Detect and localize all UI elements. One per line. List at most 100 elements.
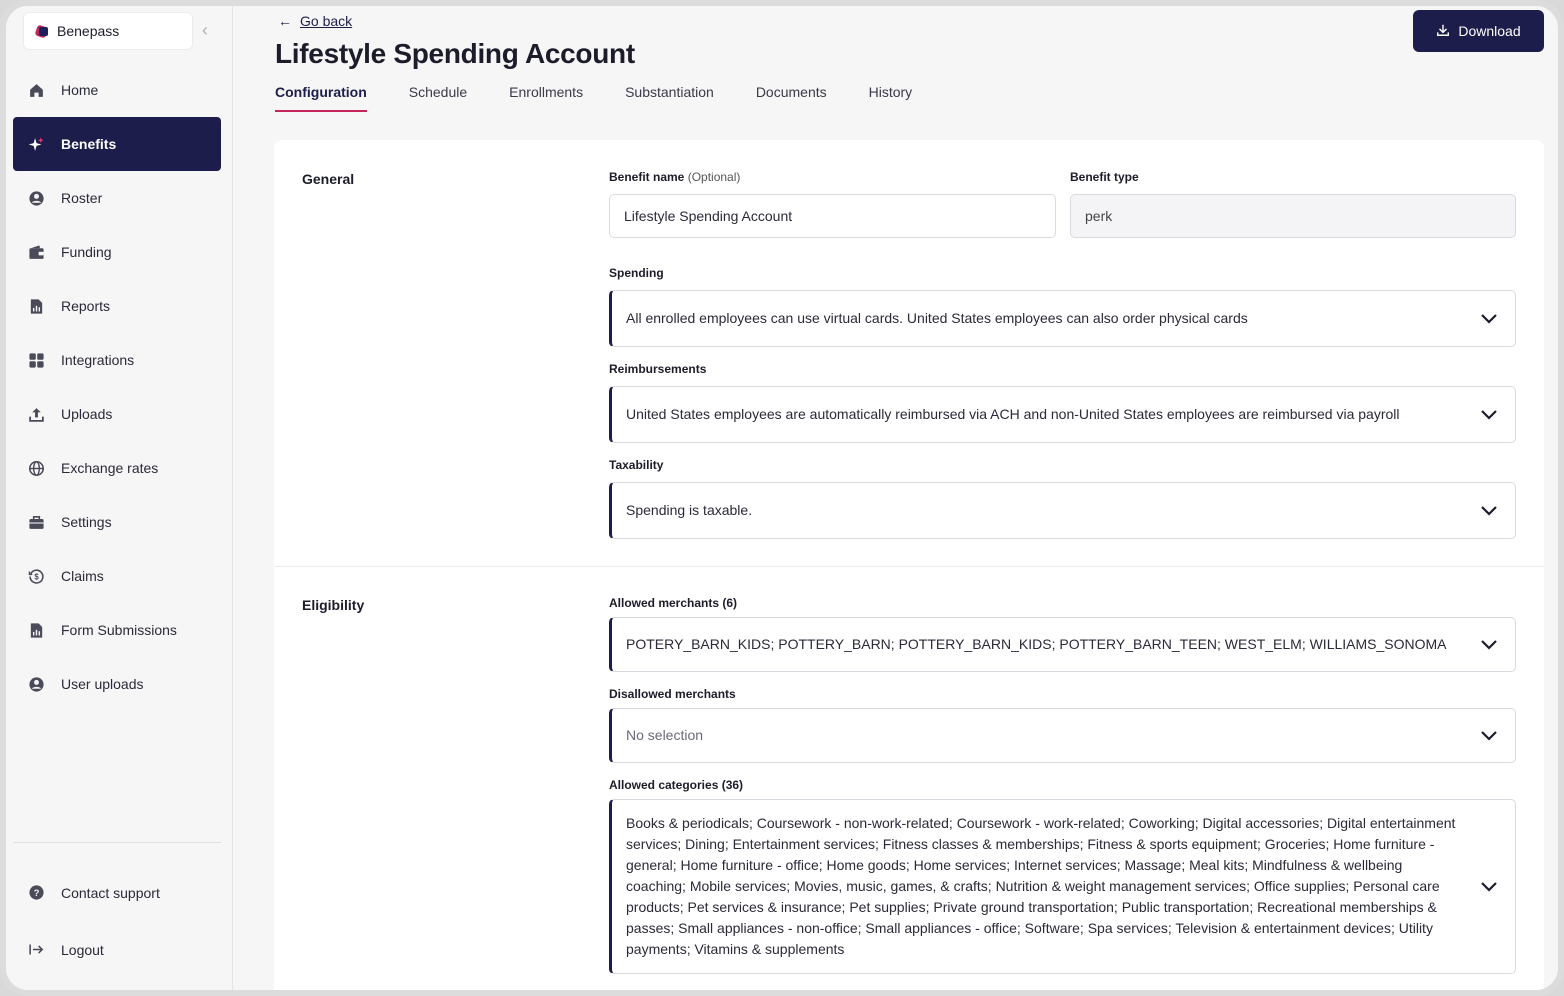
sidebar-item-integrations[interactable]: Integrations: [13, 333, 221, 387]
sidebar-item-label: Home: [61, 82, 99, 98]
allowed-merchants-value: POTERY_BARN_KIDS; POTTERY_BARN; POTTERY_…: [626, 636, 1447, 652]
sparkle-icon: [27, 135, 45, 153]
tab-history[interactable]: History: [869, 84, 913, 112]
sidebar-item-exchange-rates[interactable]: Exchange rates: [13, 441, 221, 495]
brand-name: Benepass: [57, 23, 120, 39]
allowed-merchants-select[interactable]: POTERY_BARN_KIDS; POTTERY_BARN; POTTERY_…: [609, 617, 1516, 672]
tab-documents[interactable]: Documents: [756, 84, 827, 112]
reimbursements-value: United States employees are automaticall…: [626, 406, 1400, 422]
sidebar-item-label: Reports: [61, 298, 111, 314]
chevron-down-icon: [1481, 639, 1497, 650]
disallowed-merchants-value: No selection: [626, 727, 704, 743]
sidebar-item-label: Benefits: [61, 136, 117, 152]
sidebar-item-home[interactable]: Home: [13, 63, 221, 117]
benefit-name-input[interactable]: Lifestyle Spending Account: [609, 194, 1056, 238]
sidebar-item-label: Claims: [61, 568, 104, 584]
go-back-label: Go back: [300, 13, 353, 29]
page-title: Lifestyle Spending Account: [275, 38, 635, 69]
eligibility-section-title: Eligibility: [302, 597, 365, 613]
sidebar-item-claims[interactable]: $ Claims: [13, 549, 221, 603]
disallowed-merchants-select[interactable]: No selection: [609, 708, 1516, 763]
allowed-categories-label: Allowed categories (36): [609, 778, 744, 792]
grid-icon: [27, 351, 45, 369]
benefit-type-field: perk: [1070, 194, 1516, 238]
dollar-circle-icon: $: [27, 567, 45, 585]
sidebar-item-label: Form Submissions: [61, 622, 177, 638]
sidebar-item-logout[interactable]: Logout: [13, 921, 221, 978]
benefit-name-label: Benefit name (Optional): [609, 170, 740, 184]
tab-enrollments[interactable]: Enrollments: [509, 84, 583, 112]
taxability-value: Spending is taxable.: [626, 502, 753, 518]
sidebar: Benepass ‹ Home Benefits Roster Funding …: [6, 6, 233, 990]
globe-icon: [27, 459, 45, 477]
sidebar-item-contact-support[interactable]: ? Contact support: [13, 864, 221, 921]
sidebar-bottom-nav: ? Contact support Logout: [13, 864, 221, 978]
sidebar-item-label: Exchange rates: [61, 460, 159, 476]
sidebar-item-user-uploads[interactable]: User uploads: [13, 657, 221, 711]
reimbursements-select[interactable]: United States employees are automaticall…: [609, 386, 1516, 443]
benefit-name-label-text: Benefit name: [609, 170, 685, 184]
home-icon: [27, 81, 45, 99]
optional-hint: (Optional): [687, 170, 741, 184]
sidebar-item-settings[interactable]: Settings: [13, 495, 221, 549]
logout-icon: [27, 941, 45, 959]
sidebar-item-label: User uploads: [61, 676, 144, 692]
tab-configuration[interactable]: Configuration: [275, 84, 367, 112]
taxability-select[interactable]: Spending is taxable.: [609, 482, 1516, 539]
download-button[interactable]: Download: [1413, 10, 1544, 52]
collapse-sidebar-icon[interactable]: ‹: [202, 20, 208, 41]
sidebar-item-roster[interactable]: Roster: [13, 171, 221, 225]
wallet-icon: [27, 243, 45, 261]
taxability-label: Taxability: [609, 458, 664, 472]
arrow-left-icon: ←: [278, 13, 292, 29]
user-circle-icon: [27, 675, 45, 693]
sidebar-item-funding[interactable]: Funding: [13, 225, 221, 279]
org-switcher[interactable]: Benepass: [23, 12, 193, 50]
allowed-categories-select[interactable]: Books & periodicals; Coursework - non-wo…: [609, 799, 1516, 974]
disallowed-merchants-label: Disallowed merchants: [609, 687, 736, 701]
chevron-down-icon: [1481, 505, 1497, 516]
sidebar-item-uploads[interactable]: Uploads: [13, 387, 221, 441]
spending-select[interactable]: All enrolled employees can use virtual c…: [609, 290, 1516, 347]
sidebar-item-label: Settings: [61, 514, 112, 530]
svg-text:$: $: [34, 572, 39, 581]
app-window: Benepass ‹ Home Benefits Roster Funding …: [0, 0, 1564, 996]
chevron-down-icon: [1481, 409, 1497, 420]
sidebar-item-reports[interactable]: Reports: [13, 279, 221, 333]
allowed-categories-value: Books & periodicals; Coursework - non-wo…: [626, 815, 1456, 957]
benepass-logo-icon: [36, 25, 49, 38]
download-label: Download: [1458, 23, 1521, 39]
allowed-merchants-label: Allowed merchants (6): [609, 596, 738, 610]
upload-icon: [27, 405, 45, 423]
chevron-down-icon: [1481, 313, 1497, 324]
user-circle-icon: [27, 189, 45, 207]
report-icon: [27, 621, 45, 639]
go-back-link[interactable]: ← Go back: [278, 13, 352, 29]
sidebar-item-benefits[interactable]: Benefits: [13, 117, 221, 171]
sidebar-nav: Home Benefits Roster Funding Reports Int…: [13, 63, 221, 711]
sidebar-item-label: Funding: [61, 244, 112, 260]
sidebar-item-label: Roster: [61, 190, 103, 206]
sidebar-item-label: Logout: [61, 941, 104, 958]
chevron-down-icon: [1481, 881, 1497, 892]
tab-bar: Configuration Schedule Enrollments Subst…: [275, 84, 954, 112]
report-icon: [27, 297, 45, 315]
sidebar-item-label: Contact support: [61, 884, 160, 901]
svg-text:?: ?: [33, 888, 39, 898]
help-icon: ?: [27, 884, 45, 902]
sidebar-item-label: Integrations: [61, 352, 135, 368]
briefcase-icon: [27, 513, 45, 531]
tab-substantiation[interactable]: Substantiation: [625, 84, 714, 112]
download-icon: [1436, 23, 1450, 40]
chevron-down-icon: [1481, 730, 1497, 741]
reimbursements-label: Reimbursements: [609, 362, 707, 376]
sidebar-item-label: Uploads: [61, 406, 113, 422]
sidebar-item-form-submissions[interactable]: Form Submissions: [13, 603, 221, 657]
general-section-title: General: [302, 171, 355, 187]
benefit-type-label: Benefit type: [1070, 170, 1139, 184]
spending-label: Spending: [609, 266, 664, 280]
section-divider: [274, 566, 1544, 567]
configuration-card: General Benefit name (Optional) Lifestyl…: [274, 140, 1544, 990]
spending-value: All enrolled employees can use virtual c…: [626, 310, 1248, 326]
tab-schedule[interactable]: Schedule: [409, 84, 467, 112]
